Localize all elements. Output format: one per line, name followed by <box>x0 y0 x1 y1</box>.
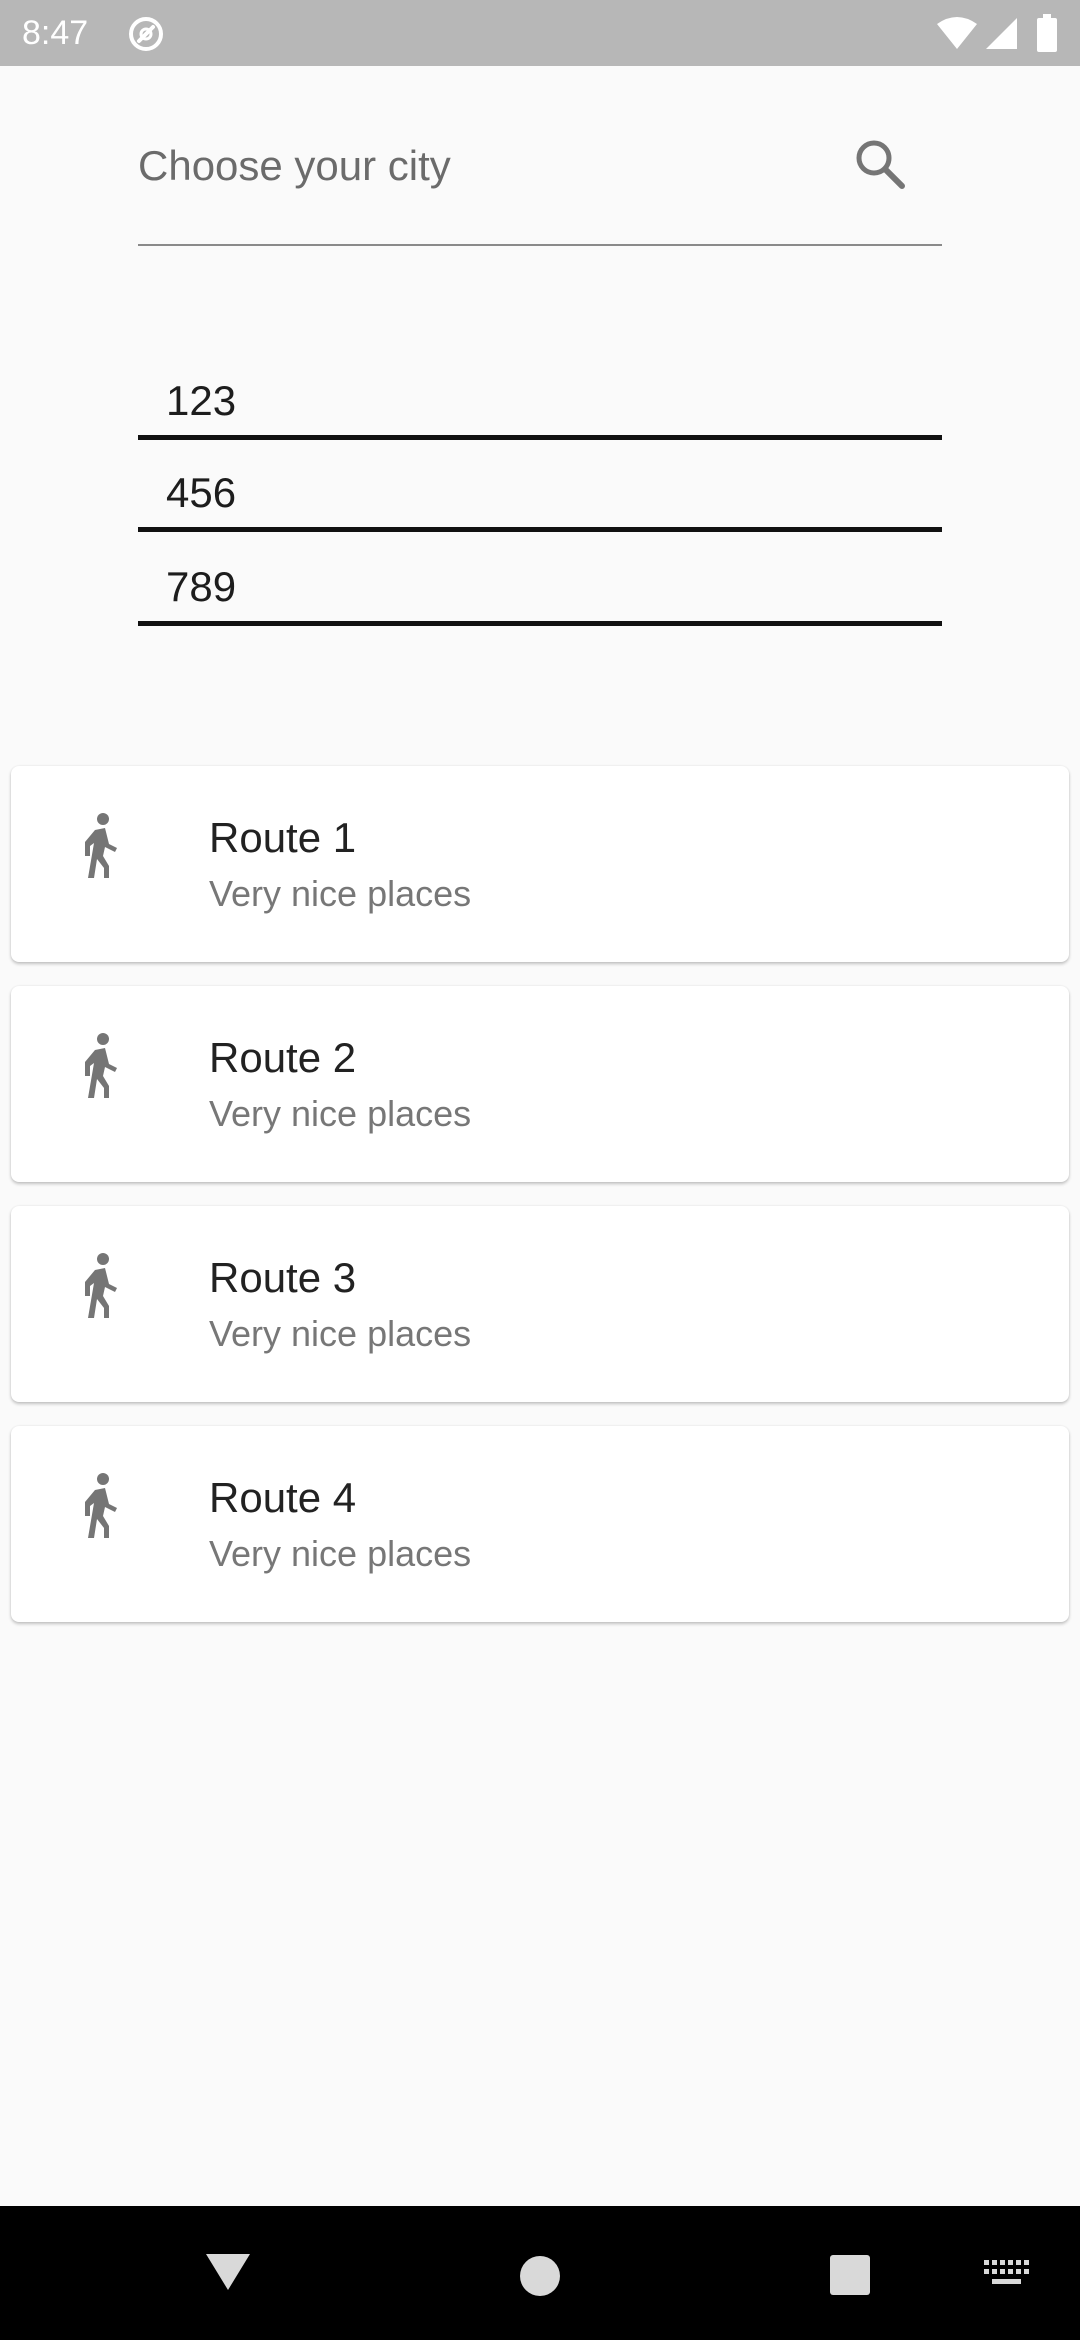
number-field-value: 456 <box>166 469 237 516</box>
city-search-field[interactable]: Choose your city <box>138 118 942 246</box>
route-title: Route 1 <box>209 814 357 861</box>
route-card-4[interactable]: Route 4 Very nice places <box>11 1426 1069 1622</box>
route-title: Route 2 <box>209 1034 357 1081</box>
route-title: Route 3 <box>209 1254 357 1301</box>
navigation-bar <box>0 2206 1080 2340</box>
route-title: Route 4 <box>209 1474 357 1521</box>
walking-icon <box>85 1253 117 1318</box>
back-icon[interactable] <box>204 2250 252 2294</box>
route-card-3[interactable]: Route 3 Very nice places <box>11 1206 1069 1402</box>
number-field-value: 789 <box>166 563 237 610</box>
search-placeholder: Choose your city <box>138 142 451 189</box>
search-icon[interactable] <box>850 134 910 194</box>
app-notification-icon <box>129 17 163 51</box>
walking-icon <box>85 1033 117 1098</box>
keyboard-icon[interactable] <box>984 2260 1030 2290</box>
recents-icon[interactable] <box>829 2254 871 2296</box>
route-subtitle: Very nice places <box>209 873 472 914</box>
battery-icon <box>1037 14 1057 52</box>
status-bar: 8:47 <box>0 0 1080 66</box>
walking-icon <box>85 1473 117 1538</box>
number-field-3[interactable]: 789 <box>138 546 942 626</box>
route-subtitle: Very nice places <box>209 1533 472 1574</box>
status-time: 8:47 <box>22 14 89 52</box>
home-icon[interactable] <box>518 2254 562 2298</box>
walking-icon <box>85 813 117 878</box>
app-screen: 8:47 Choose your city 123 456 789 Route … <box>0 0 1080 2340</box>
route-subtitle: Very nice places <box>209 1093 472 1134</box>
route-card-2[interactable]: Route 2 Very nice places <box>11 986 1069 1182</box>
number-field-1[interactable]: 123 <box>138 360 942 440</box>
number-field-2[interactable]: 456 <box>138 452 942 532</box>
signal-icon <box>986 18 1017 49</box>
wifi-icon <box>937 17 977 49</box>
route-card-1[interactable]: Route 1 Very nice places <box>11 766 1069 962</box>
number-field-value: 123 <box>166 377 237 424</box>
route-subtitle: Very nice places <box>209 1313 472 1354</box>
